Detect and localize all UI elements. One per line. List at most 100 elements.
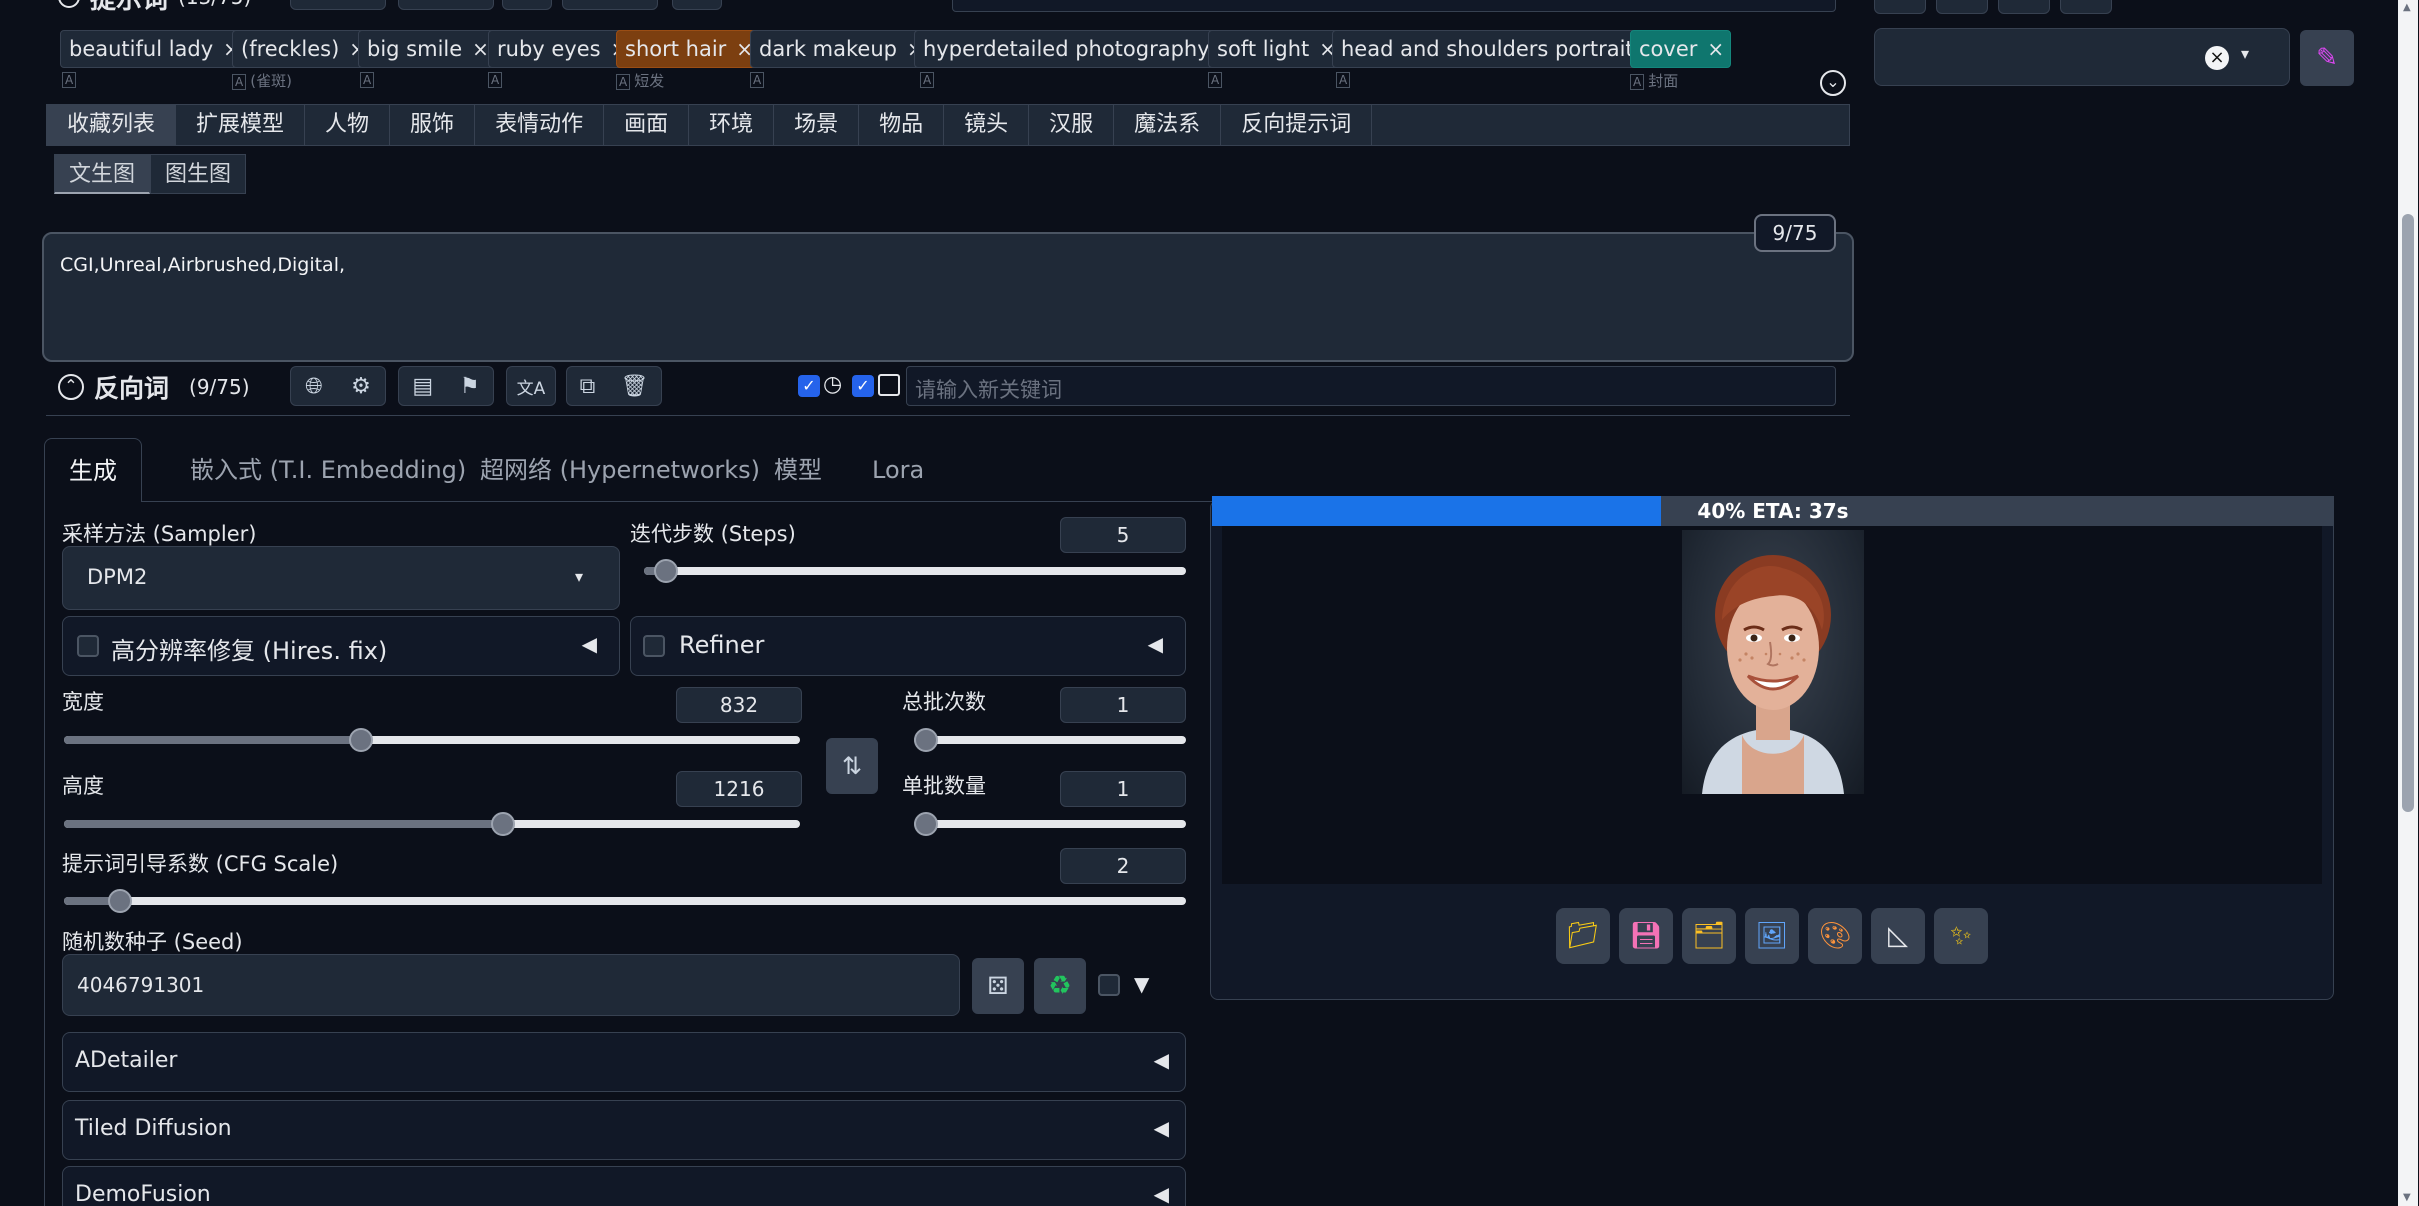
top-right-button-2[interactable] xyxy=(1936,0,1988,14)
category-tab[interactable]: 镜头 xyxy=(944,105,1030,145)
category-tab[interactable]: 服饰 xyxy=(390,105,476,145)
prompt-tag[interactable]: beautiful lady× xyxy=(60,30,247,68)
prompt-tools-1[interactable] xyxy=(290,0,386,10)
demofusion-accordion[interactable]: DemoFusion ◀ xyxy=(62,1166,1186,1206)
batch-size-input[interactable]: 1 xyxy=(1060,771,1186,807)
adetailer-accordion[interactable]: ADetailer ◀ xyxy=(62,1032,1186,1092)
subtab-txt2img[interactable]: 文生图 xyxy=(54,154,151,194)
height-input[interactable]: 1216 xyxy=(676,771,802,807)
random-seed-button[interactable]: ⚄ xyxy=(972,958,1024,1014)
main-tab[interactable]: 超网络 (Hypernetworks) xyxy=(456,438,784,502)
preview-image[interactable] xyxy=(1682,530,1864,794)
edit-style-button[interactable]: ✎ xyxy=(2300,30,2354,86)
remove-tag-icon[interactable]: × xyxy=(472,37,489,61)
send-to-img2img-button[interactable]: 🖼︎ xyxy=(1745,908,1799,964)
expand-tags-icon[interactable]: ⌄ xyxy=(1820,70,1846,96)
translate-tag-icon[interactable]: A xyxy=(1208,72,1223,88)
open-folder-button[interactable]: 📁︎ xyxy=(1556,908,1610,964)
cfg-slider[interactable] xyxy=(64,888,1186,914)
tiled-diffusion-accordion[interactable]: Tiled Diffusion ◀ xyxy=(62,1100,1186,1160)
translate-tag-icon[interactable]: A xyxy=(360,72,375,88)
scroll-up-icon[interactable]: ▲ xyxy=(2403,2,2411,13)
batch-size-slider[interactable] xyxy=(914,811,1186,837)
prompt-tag[interactable]: cover × xyxy=(1630,30,1732,68)
hires-fix-accordion[interactable]: 高分辨率修复 (Hires. fix) ◀ xyxy=(62,616,620,676)
seed-input[interactable]: 4046791301 xyxy=(62,954,960,1016)
category-tab[interactable]: 场景 xyxy=(774,105,860,145)
prompt-tag[interactable]: (freckles)× xyxy=(232,30,374,68)
prompt-tools-5[interactable] xyxy=(672,0,722,10)
translate-tag-icon[interactable]: A xyxy=(616,74,631,90)
translate-tag-icon[interactable]: A xyxy=(1336,72,1351,88)
category-tab[interactable]: 扩展模型 xyxy=(176,105,306,145)
main-tab[interactable]: 生成 xyxy=(44,438,142,503)
main-tab[interactable]: Lora xyxy=(848,438,948,502)
refiner-accordion[interactable]: Refiner ◀ xyxy=(630,616,1186,676)
prompt-tag[interactable]: soft light × xyxy=(1208,30,1344,68)
top-right-button-4[interactable] xyxy=(2060,0,2112,14)
width-input[interactable]: 832 xyxy=(676,687,802,723)
category-tab[interactable]: 画面 xyxy=(604,105,690,145)
category-tab[interactable]: 表情动作 xyxy=(475,105,605,145)
main-tab[interactable]: 嵌入式 (T.I. Embedding) xyxy=(166,438,490,502)
zip-button[interactable]: 🗂︎ xyxy=(1682,908,1736,964)
prompt-tools-3[interactable] xyxy=(502,0,552,10)
scrollbar-track[interactable]: ▲ ▼ xyxy=(2398,0,2418,1206)
top-right-button-3[interactable] xyxy=(1998,0,2050,14)
prompt-tag-translation: A xyxy=(488,70,506,88)
prompt-tag[interactable]: head and shoulders portrait× xyxy=(1332,30,1668,68)
category-tab[interactable]: 物品 xyxy=(859,105,945,145)
category-tab[interactable]: 反向提示词 xyxy=(1221,105,1373,145)
reuse-seed-button[interactable]: ♻ xyxy=(1034,958,1086,1014)
save-button[interactable]: 💾︎ xyxy=(1619,908,1673,964)
prompt-tag-label: big smile xyxy=(367,37,463,61)
category-tab[interactable]: 人物 xyxy=(305,105,391,145)
top-right-button-1[interactable] xyxy=(1874,0,1926,14)
sampler-dropdown[interactable]: DPM2 ▾ xyxy=(62,546,620,610)
prompt-tag[interactable]: big smile × xyxy=(358,30,496,68)
translate-tag-icon[interactable]: A xyxy=(920,72,935,88)
category-tab[interactable]: 汉服 xyxy=(1029,105,1115,145)
prompt-keyword-input-top[interactable] xyxy=(952,0,1836,12)
translate-tag-icon[interactable]: A xyxy=(62,72,77,88)
category-tab[interactable]: 收藏列表 xyxy=(47,105,177,145)
translate-tag-icon[interactable]: A xyxy=(232,74,247,90)
width-slider[interactable] xyxy=(64,727,800,753)
prompt-tag[interactable]: short hair × xyxy=(616,30,761,68)
swap-dimensions-button[interactable]: ⇅ xyxy=(826,738,878,794)
style-select[interactable]: × ▾ xyxy=(1874,28,2290,86)
hires-fix-checkbox[interactable] xyxy=(77,635,99,657)
collapse-arrow-icon: ◀ xyxy=(1147,632,1163,656)
enhance-button[interactable]: ✨︎ xyxy=(1934,908,1988,964)
extra-seed-checkbox[interactable] xyxy=(1098,974,1120,996)
prompt-tools-2[interactable] xyxy=(398,0,494,10)
scrollbar-thumb[interactable] xyxy=(2402,214,2414,812)
prompt-tag[interactable]: ruby eyes× xyxy=(488,30,635,68)
extra-seed-arrow-icon[interactable]: ▼ xyxy=(1134,972,1149,996)
cfg-input[interactable]: 2 xyxy=(1060,848,1186,884)
chevron-down-icon[interactable]: ▾ xyxy=(2241,44,2249,63)
translate-tag-icon[interactable]: A xyxy=(750,72,765,88)
main-tab[interactable]: 模型 xyxy=(750,438,846,502)
clear-icon[interactable]: × xyxy=(2205,46,2229,70)
height-slider[interactable] xyxy=(64,811,800,837)
batch-count-slider[interactable] xyxy=(914,727,1186,753)
remove-tag-icon[interactable]: × xyxy=(1707,37,1724,61)
steps-input[interactable]: 5 xyxy=(1060,517,1186,553)
category-tab[interactable]: 环境 xyxy=(689,105,775,145)
category-tab[interactable]: 魔法系 xyxy=(1114,105,1222,145)
translate-tag-icon[interactable]: A xyxy=(488,72,503,88)
prompt-tools-4[interactable] xyxy=(562,0,658,10)
send-to-extras-button[interactable]: ◺ xyxy=(1871,908,1925,964)
collapse-icon[interactable] xyxy=(58,0,80,8)
subtab-img2img[interactable]: 图生图 xyxy=(150,154,247,194)
send-to-inpaint-button[interactable]: 🎨︎ xyxy=(1808,908,1862,964)
refiner-checkbox[interactable] xyxy=(643,635,665,657)
scroll-down-icon[interactable]: ▼ xyxy=(2403,1192,2411,1203)
steps-slider[interactable] xyxy=(644,558,1186,584)
prompt-tag[interactable]: dark makeup× xyxy=(750,30,931,68)
negative-prompt-textarea[interactable]: CGI,Unreal,Airbrushed,Digital, xyxy=(42,232,1854,362)
prompt-tag[interactable]: hyperdetailed photography× xyxy=(914,30,1244,68)
translate-tag-icon[interactable]: A xyxy=(1630,74,1645,90)
batch-count-input[interactable]: 1 xyxy=(1060,687,1186,723)
